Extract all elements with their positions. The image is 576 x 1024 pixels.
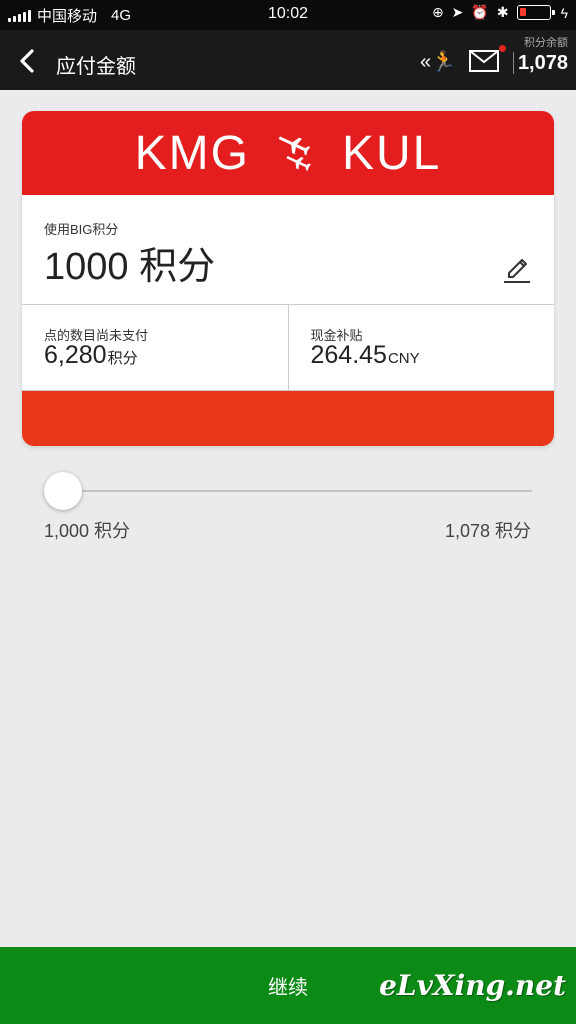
unpaid-points-number: 6,280 — [44, 341, 107, 369]
notification-dot — [499, 45, 506, 52]
watermark: eLvXing.net — [379, 969, 566, 1002]
cash-subsidy-cell: 现金补贴 264.45CNY — [287, 305, 555, 390]
summary-row: 点的数目尚未支付 6,280积分 现金补贴 264.45CNY — [22, 305, 554, 391]
cash-subsidy-value: 264.45CNY — [311, 341, 420, 370]
unpaid-points-unit: 积分 — [107, 350, 138, 367]
runner-icon[interactable]: «🏃 — [420, 49, 456, 74]
page-title: 应付金额 — [56, 56, 136, 78]
balance-value[interactable]: 1,078 — [518, 52, 568, 75]
payment-card: KMG KUL 使用BIG积分 1000 积分 点的数目尚未支付 6,280积分… — [22, 111, 554, 446]
points-section[interactable]: 使用BIG积分 1000 积分 — [22, 195, 554, 305]
alarm-icon: ⏰ — [471, 4, 489, 20]
card-footer-bar — [22, 391, 554, 446]
charging-icon: ϟ — [560, 4, 568, 21]
slider-track[interactable] — [44, 490, 532, 492]
cash-subsidy-unit: CNY — [387, 350, 420, 367]
points-value: 1000 积分 — [44, 246, 216, 288]
location-icon: ➤ — [451, 4, 464, 20]
route-header: KMG KUL — [22, 111, 554, 195]
battery-icon — [516, 5, 555, 20]
origin-code: KMG — [134, 126, 250, 180]
slider-min-label: 1,000 积分 — [44, 521, 131, 541]
nav-bar: 应付金额 «🏃 积分余额 1,078 — [0, 30, 576, 90]
status-bar: 中国移动 4G 10:02 ⊕ ➤ ⏰ ✱ ϟ — [0, 0, 576, 30]
back-icon[interactable] — [14, 47, 42, 75]
unpaid-points-cell: 点的数目尚未支付 6,280积分 — [22, 305, 288, 390]
mail-icon[interactable] — [469, 50, 499, 72]
edit-icon[interactable] — [502, 253, 532, 283]
unpaid-points-value: 6,280积分 — [44, 341, 138, 370]
destination-code: KUL — [341, 126, 442, 180]
bluetooth-icon: ✱ — [496, 4, 509, 20]
balance-label: 积分余额 — [524, 37, 568, 49]
status-right: ⊕ ➤ ⏰ ✱ ϟ — [432, 4, 568, 21]
rotation-lock-icon: ⊕ — [431, 4, 444, 20]
nav-divider — [513, 52, 514, 74]
plane-icon — [278, 136, 311, 171]
points-slider[interactable] — [44, 470, 532, 512]
slider-thumb[interactable] — [44, 472, 82, 510]
slider-max-label: 1,078 积分 — [444, 521, 531, 541]
cash-subsidy-number: 264.45 — [310, 341, 387, 369]
